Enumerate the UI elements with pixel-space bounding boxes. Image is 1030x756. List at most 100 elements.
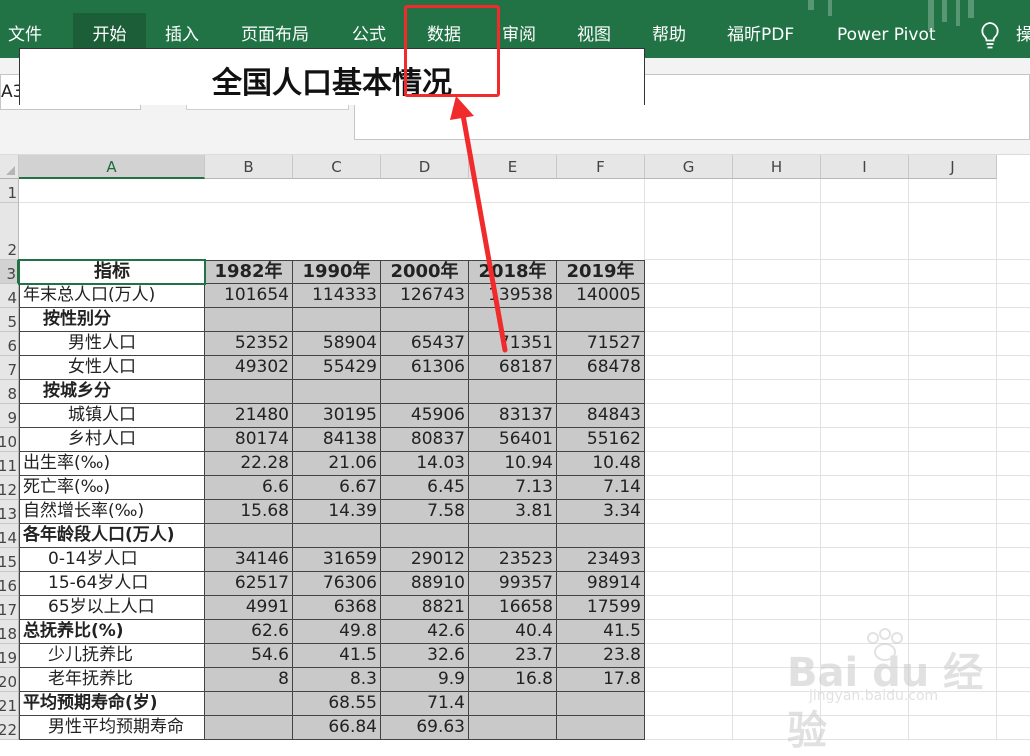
- indicator-cell[interactable]: 男性平均预期寿命: [19, 716, 205, 740]
- value-cell[interactable]: 8821: [381, 596, 469, 620]
- column-header-h[interactable]: H: [733, 155, 821, 179]
- value-cell[interactable]: 99357: [469, 572, 557, 596]
- value-cell[interactable]: [557, 716, 645, 740]
- value-cell[interactable]: [381, 524, 469, 548]
- tab-power-pivot[interactable]: Power Pivot: [837, 13, 936, 58]
- value-cell[interactable]: 71527: [557, 332, 645, 356]
- value-cell[interactable]: 21.06: [293, 452, 381, 476]
- row-header-1[interactable]: 1: [0, 179, 19, 203]
- indicator-cell[interactable]: 总抚养比(%): [19, 620, 205, 644]
- value-cell[interactable]: [469, 716, 557, 740]
- row-header-12[interactable]: 12: [0, 476, 19, 500]
- indicator-cell[interactable]: 15-64岁人口: [19, 572, 205, 596]
- value-cell[interactable]: 7.14: [557, 476, 645, 500]
- value-cell[interactable]: [557, 692, 645, 716]
- value-cell[interactable]: 83137: [469, 404, 557, 428]
- value-cell[interactable]: 114333: [293, 284, 381, 308]
- value-cell[interactable]: 41.5: [293, 644, 381, 668]
- value-cell[interactable]: 10.94: [469, 452, 557, 476]
- value-cell[interactable]: 1982年: [205, 260, 293, 284]
- row-header-6[interactable]: 6: [0, 332, 19, 356]
- row-header-10[interactable]: 10: [0, 428, 19, 452]
- tab-foxit-pdf[interactable]: 福昕PDF: [727, 13, 794, 58]
- value-cell[interactable]: 71.4: [381, 692, 469, 716]
- value-cell[interactable]: 23523: [469, 548, 557, 572]
- value-cell[interactable]: 1990年: [293, 260, 381, 284]
- lightbulb-icon[interactable]: [978, 21, 1002, 51]
- value-cell[interactable]: 101654: [205, 284, 293, 308]
- value-cell[interactable]: [469, 692, 557, 716]
- row-header-4[interactable]: 4: [0, 284, 19, 308]
- row-header-11[interactable]: 11: [0, 452, 19, 476]
- indicator-cell[interactable]: 指标: [19, 260, 205, 284]
- value-cell[interactable]: 34146: [205, 548, 293, 572]
- value-cell[interactable]: 76306: [293, 572, 381, 596]
- value-cell[interactable]: 15.68: [205, 500, 293, 524]
- row-header-15[interactable]: 15: [0, 548, 19, 572]
- indicator-cell[interactable]: 少儿抚养比: [19, 644, 205, 668]
- value-cell[interactable]: [557, 308, 645, 332]
- indicator-cell[interactable]: 死亡率(‰): [19, 476, 205, 500]
- value-cell[interactable]: 41.5: [557, 620, 645, 644]
- row-header-8[interactable]: 8: [0, 380, 19, 404]
- row-header-2[interactable]: 2: [0, 203, 19, 260]
- indicator-cell[interactable]: 男性人口: [19, 332, 205, 356]
- value-cell[interactable]: 30195: [293, 404, 381, 428]
- value-cell[interactable]: 62.6: [205, 620, 293, 644]
- value-cell[interactable]: 71351: [469, 332, 557, 356]
- value-cell[interactable]: 31659: [293, 548, 381, 572]
- value-cell[interactable]: 69.63: [381, 716, 469, 740]
- value-cell[interactable]: 88910: [381, 572, 469, 596]
- value-cell[interactable]: 66.84: [293, 716, 381, 740]
- value-cell[interactable]: 6.6: [205, 476, 293, 500]
- value-cell[interactable]: 8: [205, 668, 293, 692]
- column-header-i[interactable]: I: [821, 155, 909, 179]
- value-cell[interactable]: [205, 692, 293, 716]
- value-cell[interactable]: 10.48: [557, 452, 645, 476]
- indicator-cell[interactable]: 0-14岁人口: [19, 548, 205, 572]
- value-cell[interactable]: 7.13: [469, 476, 557, 500]
- value-cell[interactable]: 68187: [469, 356, 557, 380]
- value-cell[interactable]: 6368: [293, 596, 381, 620]
- indicator-cell[interactable]: 乡村人口: [19, 428, 205, 452]
- select-all-corner[interactable]: [0, 155, 19, 179]
- value-cell[interactable]: 80837: [381, 428, 469, 452]
- value-cell[interactable]: 17.8: [557, 668, 645, 692]
- value-cell[interactable]: [557, 380, 645, 404]
- value-cell[interactable]: 68.55: [293, 692, 381, 716]
- value-cell[interactable]: 45906: [381, 404, 469, 428]
- value-cell[interactable]: [293, 524, 381, 548]
- tell-me-label[interactable]: 操: [1016, 13, 1030, 58]
- column-header-g[interactable]: G: [645, 155, 733, 179]
- value-cell[interactable]: 84843: [557, 404, 645, 428]
- value-cell[interactable]: 6.67: [293, 476, 381, 500]
- value-cell[interactable]: [205, 716, 293, 740]
- indicator-cell[interactable]: 各年龄段人口(万人): [19, 524, 205, 548]
- indicator-cell[interactable]: 老年抚养比: [19, 668, 205, 692]
- indicator-cell[interactable]: 按城乡分: [19, 380, 205, 404]
- indicator-cell[interactable]: 65岁以上人口: [19, 596, 205, 620]
- indicator-cell[interactable]: 年末总人口(万人): [19, 284, 205, 308]
- value-cell[interactable]: 68478: [557, 356, 645, 380]
- tab-help[interactable]: 帮助: [652, 13, 686, 58]
- value-cell[interactable]: 16658: [469, 596, 557, 620]
- row-header-18[interactable]: 18: [0, 620, 19, 644]
- indicator-cell[interactable]: 自然增长率(‰): [19, 500, 205, 524]
- value-cell[interactable]: 55162: [557, 428, 645, 452]
- value-cell[interactable]: 49302: [205, 356, 293, 380]
- sheet-title[interactable]: 全国人口基本情况: [19, 48, 645, 105]
- value-cell[interactable]: [205, 380, 293, 404]
- value-cell[interactable]: 22.28: [205, 452, 293, 476]
- value-cell[interactable]: [469, 308, 557, 332]
- value-cell[interactable]: 9.9: [381, 668, 469, 692]
- value-cell[interactable]: 140005: [557, 284, 645, 308]
- column-header-j[interactable]: J: [909, 155, 997, 179]
- value-cell[interactable]: 61306: [381, 356, 469, 380]
- value-cell[interactable]: 98914: [557, 572, 645, 596]
- value-cell[interactable]: 58904: [293, 332, 381, 356]
- value-cell[interactable]: 2018年: [469, 260, 557, 284]
- value-cell[interactable]: 32.6: [381, 644, 469, 668]
- value-cell[interactable]: 21480: [205, 404, 293, 428]
- row-header-21[interactable]: 21: [0, 692, 19, 716]
- value-cell[interactable]: 49.8: [293, 620, 381, 644]
